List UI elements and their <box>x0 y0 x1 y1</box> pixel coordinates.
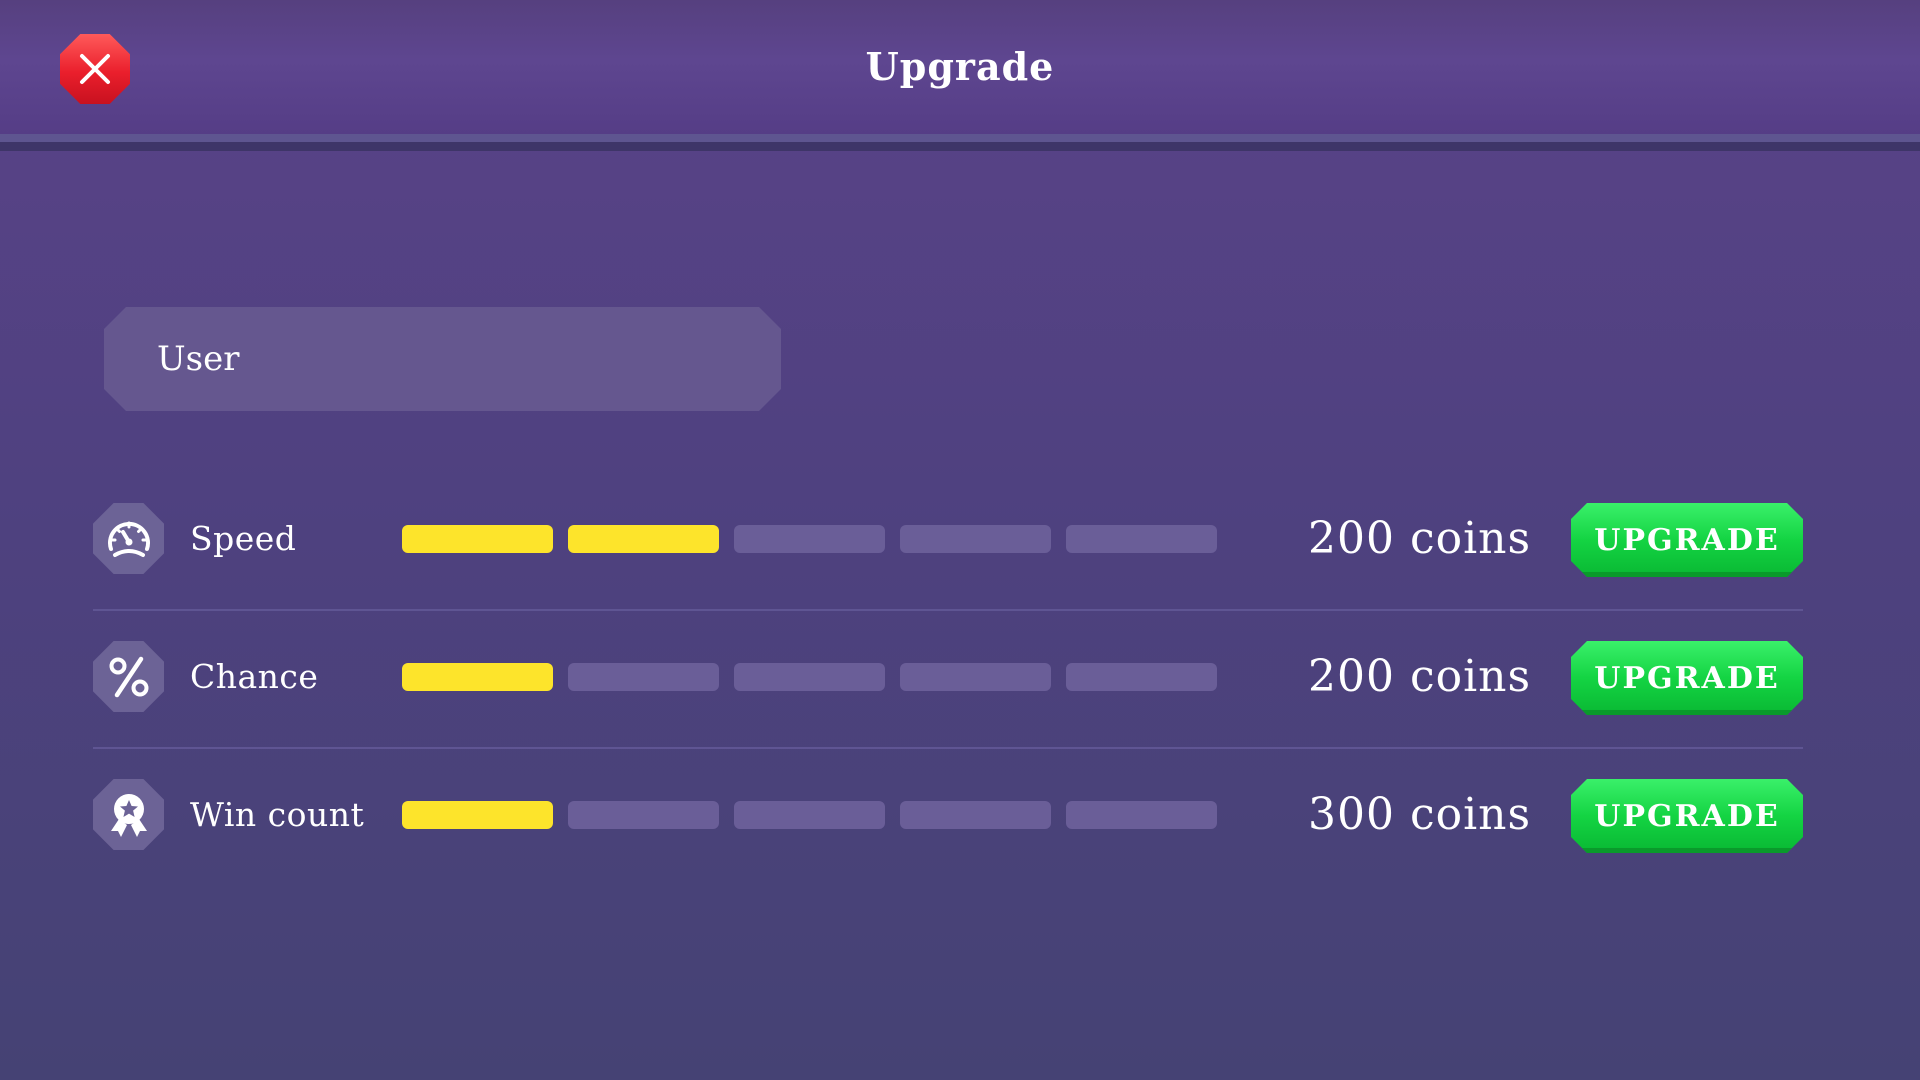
user-label: User <box>157 339 240 379</box>
upgrade-button-speed[interactable]: UPGRADE <box>1571 503 1803 577</box>
upgrade-cost: 200 coins <box>1308 513 1532 564</box>
speedometer-icon <box>93 503 164 574</box>
upgrade-label: Win count <box>190 795 365 834</box>
level-bars <box>402 663 1217 691</box>
upgrade-button-win-count[interactable]: UPGRADE <box>1571 779 1803 853</box>
level-bar-empty <box>568 663 719 691</box>
header-divider-shadow <box>0 142 1920 151</box>
level-bars <box>402 525 1217 553</box>
level-bar-empty <box>734 801 885 829</box>
upgrade-label: Chance <box>190 657 319 696</box>
level-bar-filled <box>402 801 553 829</box>
level-bar-empty <box>900 663 1051 691</box>
row-divider <box>93 747 1803 749</box>
percent-icon <box>93 641 164 712</box>
header-divider <box>0 134 1920 142</box>
upgrade-cost: 200 coins <box>1308 651 1532 702</box>
level-bar-empty <box>1066 525 1217 553</box>
level-bar-empty <box>568 801 719 829</box>
level-bar-empty <box>900 801 1051 829</box>
level-bar-empty <box>734 525 885 553</box>
level-bar-empty <box>734 663 885 691</box>
upgrade-row-speed: Speed 200 coins UPGRADE <box>93 503 1803 577</box>
level-bar-filled <box>402 663 553 691</box>
upgrade-cost: 300 coins <box>1308 789 1532 840</box>
level-bar-empty <box>900 525 1051 553</box>
level-bar-filled <box>568 525 719 553</box>
level-bars <box>402 801 1217 829</box>
award-ribbon-icon <box>93 779 164 850</box>
upgrade-row-chance: Chance 200 coins UPGRADE <box>93 641 1803 715</box>
row-divider <box>93 609 1803 611</box>
upgrade-label: Speed <box>190 519 297 558</box>
page-title: Upgrade <box>865 44 1055 89</box>
upgrade-button-chance[interactable]: UPGRADE <box>1571 641 1803 715</box>
level-bar-filled <box>402 525 553 553</box>
level-bar-empty <box>1066 801 1217 829</box>
upgrade-row-win-count: Win count 300 coins UPGRADE <box>93 779 1803 853</box>
level-bar-empty <box>1066 663 1217 691</box>
user-panel: User <box>104 307 781 411</box>
